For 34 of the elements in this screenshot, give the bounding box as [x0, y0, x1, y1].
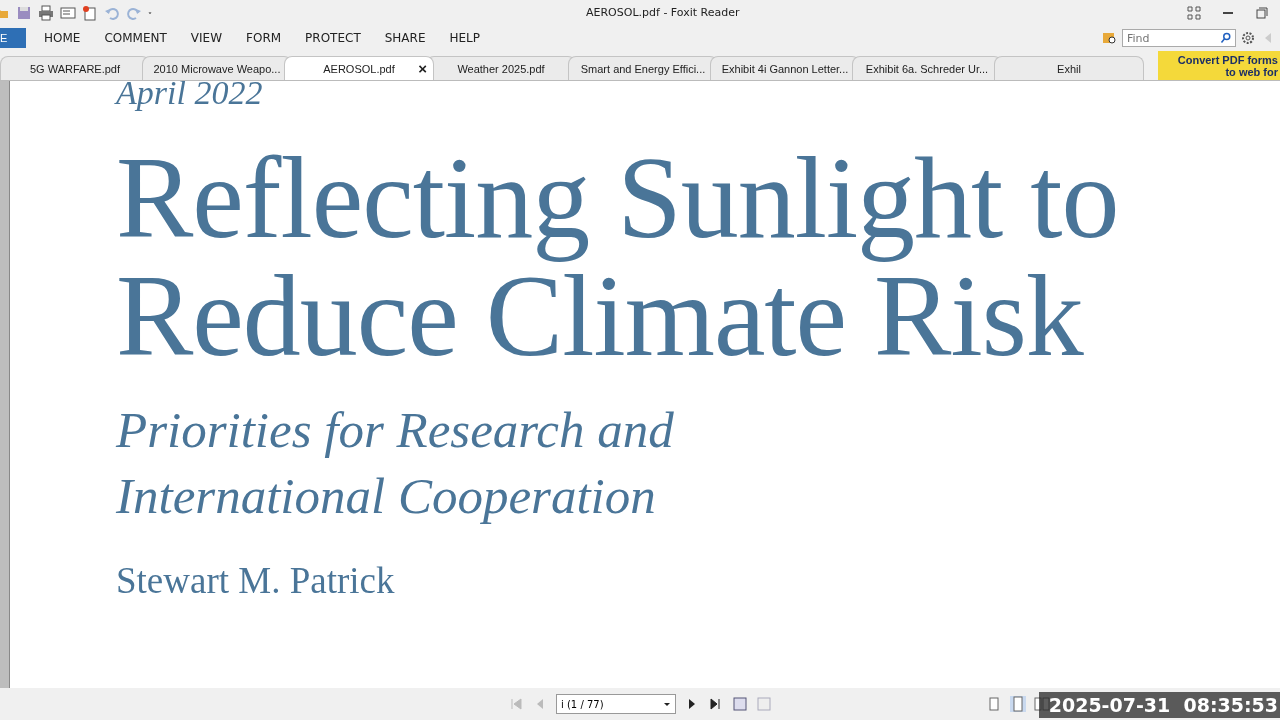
ribbon-tab[interactable]: HOME — [38, 29, 87, 47]
ribbon-tab[interactable]: HELP — [443, 29, 487, 47]
ribbon-tab[interactable]: VIEW — [184, 29, 229, 47]
printer-icon[interactable] — [38, 4, 54, 21]
window-title: AEROSOL.pdf - Foxit Reader — [586, 6, 740, 19]
ribbon-tab[interactable]: COMMENT — [98, 29, 173, 47]
find-folder-icon[interactable] — [1102, 30, 1118, 46]
continuous-page-icon[interactable] — [1010, 696, 1026, 712]
ribbon-tab[interactable]: FORM — [240, 29, 288, 47]
ribbon-tab[interactable]: PROTECT — [299, 29, 367, 47]
file-tab[interactable]: E — [0, 28, 26, 48]
previous-view-icon[interactable] — [732, 696, 748, 712]
document-subtitle: Priorities for Research and — [116, 401, 675, 460]
ad-banner[interactable]: Convert PDF forms to web for — [1158, 51, 1280, 80]
dropdown-icon[interactable] — [663, 700, 671, 708]
email-icon[interactable] — [60, 4, 76, 21]
ribbon-tab[interactable]: SHARE — [378, 29, 432, 47]
document-date: April 2022 — [116, 81, 264, 113]
document-tab[interactable]: AEROSOL.pdf × — [284, 56, 434, 80]
first-page-icon[interactable] — [508, 696, 524, 712]
restore-icon[interactable] — [1254, 4, 1270, 21]
fullscreen-icon[interactable] — [1186, 4, 1202, 21]
search-icon[interactable] — [1220, 32, 1232, 44]
new-document-icon[interactable] — [82, 4, 98, 21]
settings-icon[interactable] — [1240, 30, 1256, 46]
single-page-icon[interactable] — [986, 696, 1002, 712]
next-view-icon[interactable] — [756, 696, 772, 712]
document-author: Stewart M. Patrick — [116, 559, 395, 602]
save-icon[interactable] — [16, 4, 32, 21]
find-field[interactable]: Find — [1122, 29, 1236, 47]
document-tab[interactable]: Exhil — [994, 56, 1144, 80]
timestamp-overlay: 2025-07-31 08:35:53 — [1038, 692, 1280, 718]
page-number-field[interactable]: i (1 / 77) — [556, 694, 676, 714]
document-subtitle: International Cooperation — [116, 467, 657, 526]
